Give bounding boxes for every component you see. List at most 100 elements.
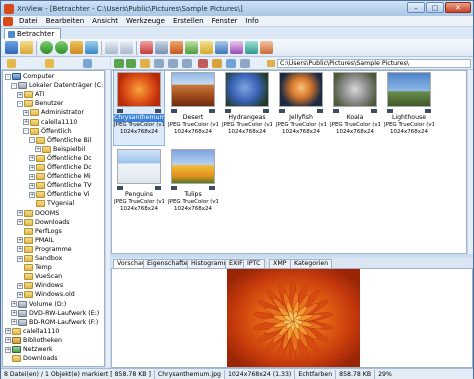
expand-icon[interactable]: + [17, 246, 23, 253]
thumbnail-item[interactable]: DesertJPEG TrueColor (v1.1)1024x768x24 [168, 71, 218, 145]
tree-node[interactable]: + Netzwerk [5, 345, 53, 354]
menu-bearbeiten[interactable]: Bearbeiten [42, 17, 88, 25]
thumbnail-item[interactable]: KoalaJPEG TrueColor (v1.1)1024x768x24 [330, 71, 380, 145]
minimize-button[interactable]: – [407, 2, 425, 13]
tree-node[interactable]: + ATI [17, 90, 45, 99]
menu-datei[interactable]: Datei [15, 17, 42, 25]
tree-node[interactable]: + PMAIL [17, 236, 54, 245]
tree-node[interactable]: PerfLogs [17, 227, 62, 236]
browser-icon[interactable] [5, 41, 18, 54]
tree-node[interactable]: + calella1110 [5, 327, 59, 336]
expand-icon[interactable]: + [5, 337, 11, 344]
expand-icon[interactable]: + [5, 346, 11, 353]
thumbnail-item[interactable]: TulipsJPEG TrueColor (v1.1)1024x768x24 [168, 148, 218, 222]
expand-icon[interactable]: + [17, 291, 23, 298]
tree-node[interactable]: VueScan [17, 272, 62, 281]
favorites-icon[interactable] [7, 59, 16, 68]
tab-kategorien[interactable]: Kategorien [290, 259, 333, 268]
tree-node[interactable]: Downloads [5, 354, 58, 363]
folder-icon[interactable] [20, 41, 33, 54]
expand-icon[interactable]: + [17, 237, 23, 244]
tab-iptc[interactable]: IPTC [243, 259, 265, 268]
tree-node[interactable]: + Öffentliche Mi [29, 172, 91, 181]
rename-icon[interactable] [200, 41, 213, 54]
expand-icon[interactable]: + [11, 310, 17, 317]
expand-icon[interactable]: + [17, 219, 23, 226]
collapse-icon[interactable]: - [5, 73, 11, 80]
thumbnail-item[interactable]: ChrysanthemumJPEG TrueColor (v1.1)1024x7… [113, 71, 165, 146]
up-folder-icon[interactable] [70, 41, 83, 54]
tree-node[interactable]: + Öffentliche Dc [29, 163, 92, 172]
tree-node[interactable]: TVgenial [29, 199, 74, 208]
tree-node[interactable]: - Öffentliche Bil [29, 136, 91, 145]
tab-xmp[interactable]: XMP [269, 259, 291, 268]
sort-icon[interactable] [168, 59, 178, 68]
back-arrow-icon[interactable] [40, 41, 53, 54]
menu-ansicht[interactable]: Ansicht [88, 17, 122, 25]
expand-icon[interactable]: + [17, 255, 23, 262]
menu-fenster[interactable]: Fenster [208, 17, 242, 25]
web-icon[interactable] [245, 41, 258, 54]
view-mode-icon[interactable] [105, 41, 118, 54]
filter-icon[interactable] [154, 59, 164, 68]
thumbnail-item[interactable]: LighthouseJPEG TrueColor (v1.1)1024x768x… [384, 71, 434, 145]
expand-icon[interactable]: + [17, 91, 23, 98]
app-menu-icon[interactable] [3, 16, 13, 26]
rating-icon[interactable] [212, 59, 222, 68]
menu-werkzeuge[interactable]: Werkzeuge [122, 17, 169, 25]
up-icon[interactable] [140, 59, 150, 68]
forward-icon[interactable] [126, 59, 136, 68]
tag-icon[interactable] [198, 59, 208, 68]
convert-icon[interactable] [185, 41, 198, 54]
collapse-icon[interactable]: - [17, 100, 23, 107]
settings-icon[interactable] [230, 41, 243, 54]
maximize-button[interactable]: □ [426, 2, 444, 13]
expand-icon[interactable]: + [29, 182, 35, 189]
tree-node[interactable]: - Benutzer [17, 99, 63, 108]
close-button[interactable]: ✕ [445, 2, 471, 13]
tree-node[interactable]: + calella1110 [23, 118, 77, 127]
view-icon[interactable] [182, 59, 192, 68]
tree-node[interactable]: - Computer [5, 72, 54, 81]
thumbnail-grid[interactable]: ChrysanthemumJPEG TrueColor (v1.1)1024x7… [111, 70, 467, 254]
info-icon[interactable] [260, 41, 273, 54]
expand-icon[interactable]: + [29, 173, 35, 180]
folder-tree[interactable]: - Computer - Lokaler Datenträger (C:) + ATI - B… [2, 70, 105, 367]
tree-node[interactable]: + Administrator [23, 108, 84, 117]
expand-icon[interactable]: + [17, 210, 23, 216]
thumbnail-view-icon[interactable] [120, 41, 133, 54]
delete-icon[interactable] [140, 41, 153, 54]
expand-icon[interactable]: + [23, 109, 29, 116]
thumbnail-scrollbar[interactable] [467, 70, 473, 254]
tree-node[interactable]: + Öffentliche TV [29, 181, 92, 190]
tree-node[interactable]: - Öffentlich [23, 127, 72, 136]
folder-tree-icon[interactable] [45, 59, 54, 68]
tree-node[interactable]: + Öffentliche Dc [29, 154, 92, 163]
tree-node[interactable]: + Windows [17, 281, 63, 290]
collapse-icon[interactable]: - [23, 128, 29, 135]
thumbnail-item[interactable]: PenguinsJPEG TrueColor (v1.1)1024x768x24 [114, 148, 164, 222]
tree-node[interactable]: + Bibliotheken [5, 336, 62, 345]
tree-node[interactable]: + DOOMS [17, 209, 59, 218]
color-label-icon[interactable] [226, 59, 236, 68]
tree-node[interactable]: + Programme [17, 245, 72, 254]
menu-info[interactable]: Info [242, 17, 263, 25]
tree-node[interactable]: + DVD-RW-Laufwerk (E:) [11, 309, 99, 318]
menu-erstellen[interactable]: Erstellen [169, 17, 208, 25]
tree-node[interactable]: - Lokaler Datenträger (C:) [11, 81, 104, 90]
slideshow-icon[interactable] [170, 41, 183, 54]
tree-node[interactable]: Temp [17, 263, 52, 272]
tab-betrachter[interactable]: Betrachter [4, 28, 62, 39]
refresh-icon[interactable] [85, 41, 98, 54]
path-input[interactable]: C:\Users\Public\Pictures\Sample Pictures… [277, 59, 471, 68]
expand-icon[interactable]: + [29, 164, 35, 171]
capture-icon[interactable] [215, 41, 228, 54]
tree-node[interactable]: + Sandbox [17, 254, 62, 263]
expand-icon[interactable]: + [23, 119, 29, 125]
forward-arrow-icon[interactable] [55, 41, 68, 54]
print-icon[interactable] [155, 41, 168, 54]
tree-node[interactable]: + Beispielbil [35, 145, 85, 154]
thumbnail-item[interactable]: HydrangeasJPEG TrueColor (v1.1)1024x768x… [222, 71, 272, 145]
expand-icon[interactable]: + [29, 155, 35, 162]
expand-icon[interactable]: + [29, 191, 35, 198]
